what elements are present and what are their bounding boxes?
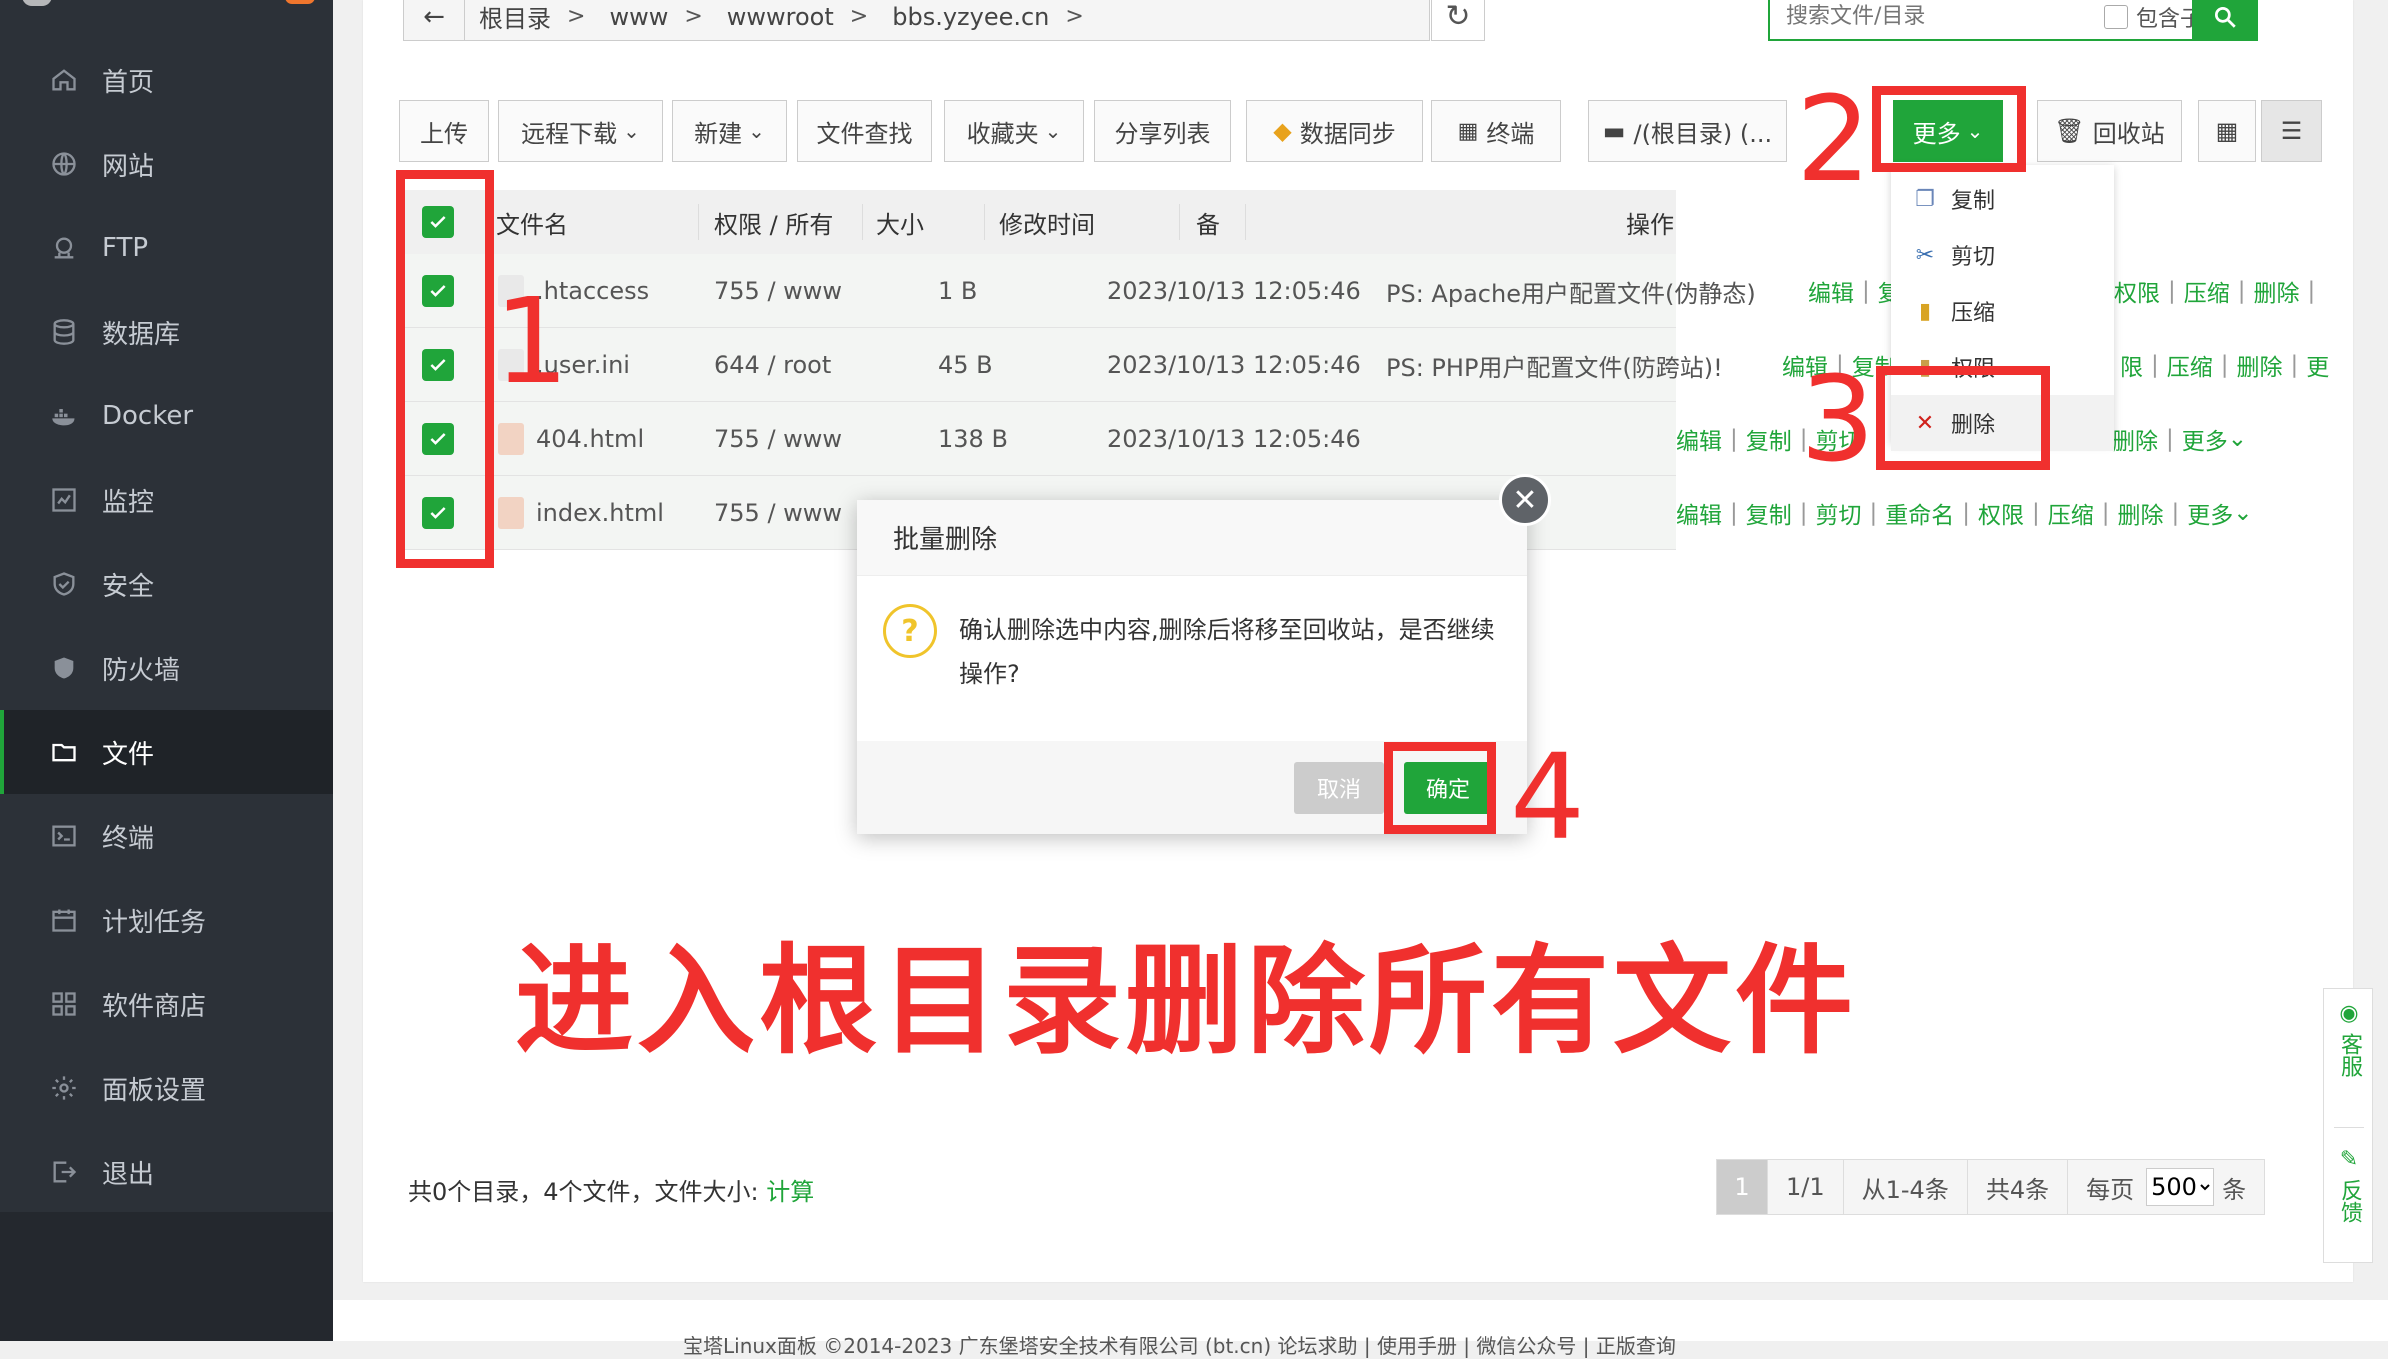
annotation-number-3: 3 <box>1800 350 1876 488</box>
dialog-title: 批量删除 <box>857 500 1527 576</box>
instruction-caption: 进入根目录删除所有文件 <box>515 932 1858 1070</box>
question-icon: ? <box>883 604 937 658</box>
close-icon[interactable]: ✕ <box>1499 474 1551 526</box>
cancel-button[interactable]: 取消 <box>1294 762 1384 814</box>
annotation-number-2: 2 <box>1796 70 1872 208</box>
annotation-box-3 <box>1876 366 2050 470</box>
dialog-message: 确认删除选中内容,删除后将移至回收站，是否继续操作? <box>959 616 1495 688</box>
annotation-box-4 <box>1384 742 1496 834</box>
annotation-number-4: 4 <box>1510 728 1586 866</box>
annotation-number-1: 1 <box>494 272 570 410</box>
annotation-box-2 <box>1872 86 2026 172</box>
annotation-box-1 <box>396 170 494 568</box>
